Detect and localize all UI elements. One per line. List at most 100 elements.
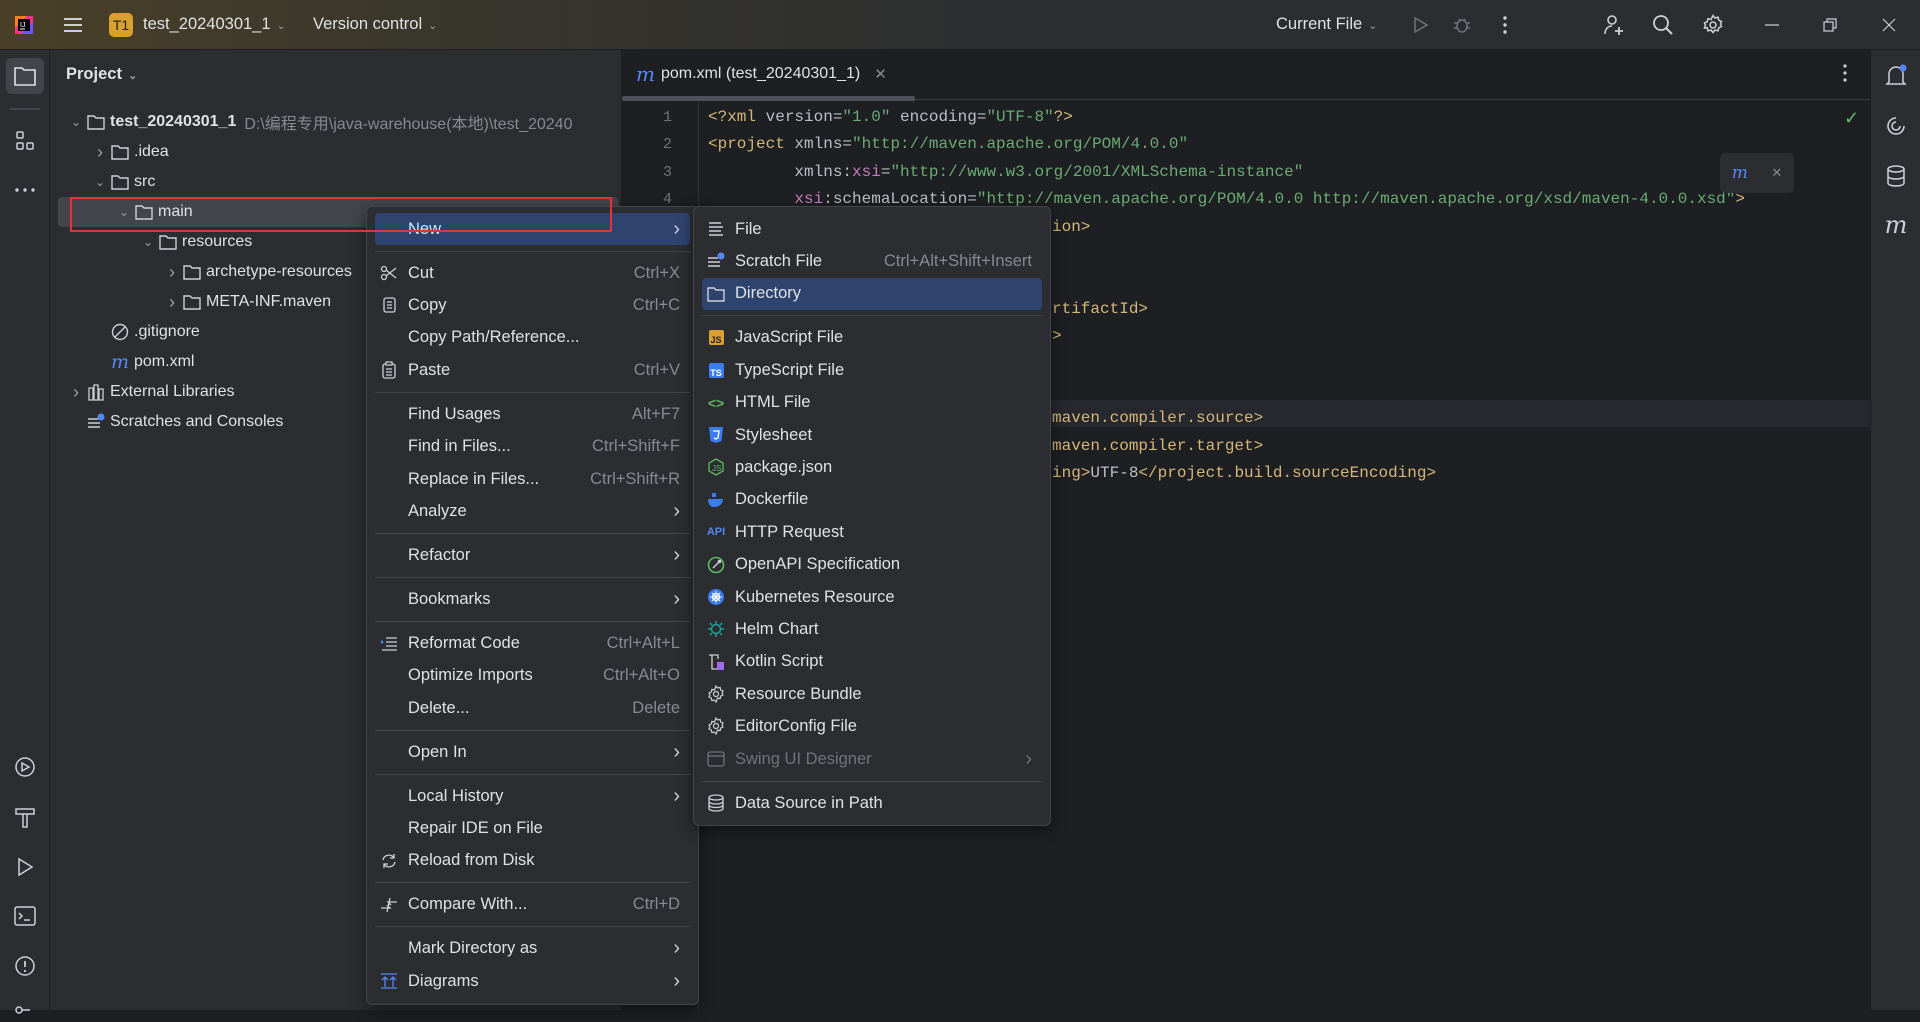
tab-pom-xml[interactable]: m pom.xml (test_20240301_1) ✕ (636, 50, 887, 98)
tree-item-src[interactable]: ⌄ src (50, 167, 621, 197)
menu-item-dockerfile[interactable]: Dockerfile (702, 484, 1042, 516)
menu-item-editorconfig-file[interactable]: EditorConfig File (702, 710, 1042, 742)
tree-item-label: .gitignore (134, 323, 200, 340)
no-problems-check-icon[interactable]: ✓ (1844, 108, 1859, 129)
chevron-right-icon[interactable]: › (164, 292, 180, 313)
chevron-down-icon[interactable]: ⌄ (68, 115, 84, 129)
problems-icon[interactable] (13, 954, 37, 978)
more-actions-icon[interactable] (1493, 13, 1517, 37)
main-menu-icon[interactable] (61, 13, 85, 37)
structure-icon[interactable] (13, 129, 37, 153)
menu-item-local-history[interactable]: Local History › (375, 780, 690, 812)
code-line[interactable]: <project xmlns="http://maven.apache.org/… (708, 131, 1188, 158)
vcs-selector[interactable]: Version control ⌄ (313, 15, 437, 34)
notifications-bell-icon[interactable] (1884, 64, 1908, 88)
services-icon[interactable] (13, 755, 37, 779)
menu-item-stylesheet[interactable]: Stylesheet (702, 419, 1042, 451)
tab-options-icon[interactable] (1840, 64, 1850, 86)
menu-item-file[interactable]: File (702, 213, 1042, 245)
chevron-down-icon[interactable]: ⌄ (116, 205, 132, 219)
close-popup-icon[interactable]: ✕ (1771, 165, 1782, 181)
form-icon (707, 750, 725, 768)
project-selector[interactable]: test_20240301_1 ⌄ (143, 15, 286, 34)
search-icon[interactable] (1651, 13, 1675, 37)
menu-item-resource-bundle[interactable]: Resource Bundle (702, 678, 1042, 710)
git-icon[interactable] (13, 998, 37, 1022)
menu-item-openapi-specification[interactable]: OpenAPI Specification (702, 549, 1042, 581)
tree-item-label: pom.xml (134, 353, 195, 370)
menu-item-find-in-files[interactable]: Find in Files... Ctrl+Shift+F (375, 431, 690, 463)
menu-item-mark-directory-as[interactable]: Mark Directory as › (375, 933, 690, 965)
menu-item-new[interactable]: New › (375, 213, 690, 246)
code-line-fragment[interactable]: > (1052, 323, 1062, 350)
menu-item-open-in[interactable]: Open In › (375, 736, 690, 768)
chevron-right-icon[interactable]: › (164, 262, 180, 283)
code-line-fragment[interactable]: ion> (1052, 214, 1090, 241)
menu-item-typescript-file[interactable]: TS TypeScript File (702, 354, 1042, 386)
menu-item-replace-in-files[interactable]: Replace in Files... Ctrl+Shift+R (375, 463, 690, 495)
menu-item-directory[interactable]: Directory (702, 277, 1042, 311)
code-line-fragment[interactable]: maven.compiler.source> (1052, 405, 1263, 432)
tree-item-test-20240301-1[interactable]: ⌄ test_20240301_1 D:\编程专用\java-warehouse(本… (50, 107, 621, 137)
menu-item-helm-chart[interactable]: Helm Chart (702, 613, 1042, 645)
close-tab-icon[interactable]: ✕ (874, 65, 887, 83)
maven-reload-popup: m ✕ (1720, 153, 1794, 193)
maven-tool-icon[interactable]: m (1884, 211, 1908, 239)
menu-item-reformat-code[interactable]: Reformat Code Ctrl+Alt+L (375, 627, 690, 659)
run-tool-icon[interactable] (13, 855, 37, 879)
menu-item-kotlin-script[interactable]: Kotlin Script (702, 646, 1042, 678)
settings-gear-icon[interactable] (1701, 13, 1725, 37)
menu-item-bookmarks[interactable]: Bookmarks › (375, 583, 690, 615)
run-config-selector[interactable]: Current File ⌄ (1276, 15, 1377, 34)
module-folder-icon (86, 113, 106, 131)
code-line-fragment[interactable]: maven.compiler.target> (1052, 433, 1263, 460)
code-with-me-icon[interactable] (1602, 13, 1626, 37)
menu-item-analyze[interactable]: Analyze › (375, 495, 690, 527)
run-icon[interactable] (1408, 13, 1432, 37)
menu-item-reload-from-disk[interactable]: Reload from Disk (375, 845, 690, 877)
menu-item-repair-ide-on-file[interactable]: Repair IDE on File (375, 812, 690, 844)
code-line-fragment[interactable]: ing>UTF-8</project.build.sourceEncoding> (1052, 460, 1436, 487)
chevron-right-icon[interactable]: › (68, 382, 84, 403)
minimize-icon[interactable] (1760, 13, 1784, 37)
code-line[interactable]: <?xml version="1.0" encoding="UTF-8"?> (708, 104, 1073, 131)
menu-item-cut[interactable]: Cut Ctrl+X (375, 257, 690, 289)
menu-item-diagrams[interactable]: Diagrams › (375, 965, 690, 997)
menu-item-package-json[interactable]: JS package.json (702, 451, 1042, 483)
menu-item-optimize-imports[interactable]: Optimize Imports Ctrl+Alt+O (375, 660, 690, 692)
tree-item-idea[interactable]: › .idea (50, 137, 621, 167)
chevron-down-icon[interactable]: ⌄ (92, 175, 108, 189)
menu-item-html-file[interactable]: <> HTML File (702, 387, 1042, 419)
tab-scrollbar[interactable] (622, 96, 915, 101)
database-icon[interactable] (1884, 164, 1908, 188)
more-tools-icon[interactable] (13, 178, 37, 202)
menu-item-data-source-in-path[interactable]: Data Source in Path (702, 787, 1042, 819)
code-line[interactable]: xmlns:xsi="http://www.w3.org/2001/XMLSch… (708, 159, 1303, 186)
menu-item-copy-path-reference[interactable]: Copy Path/Reference... (375, 322, 690, 354)
terminal-icon[interactable] (13, 904, 37, 928)
menu-item-http-request[interactable]: API HTTP Request (702, 516, 1042, 548)
menu-item-compare-with[interactable]: Compare With... Ctrl+D (375, 889, 690, 921)
project-badge[interactable]: T1 (109, 13, 133, 37)
build-icon[interactable] (13, 805, 37, 829)
menu-item-paste[interactable]: Paste Ctrl+V (375, 354, 690, 386)
menu-item-scratch-file[interactable]: Scratch File Ctrl+Alt+Shift+Insert (702, 245, 1042, 277)
menu-item-javascript-file[interactable]: JS JavaScript File (702, 322, 1042, 354)
chevron-down-icon[interactable]: ⌄ (140, 235, 156, 249)
ai-assistant-icon[interactable] (1884, 114, 1908, 138)
menu-item-refactor[interactable]: Refactor › (375, 539, 690, 571)
project-name: test_20240301_1 (143, 15, 271, 33)
close-window-icon[interactable] (1877, 13, 1901, 37)
menu-item-kubernetes-resource[interactable]: Kubernetes Resource (702, 581, 1042, 613)
intellij-logo-icon[interactable]: IJ (12, 13, 36, 37)
project-panel-header[interactable]: Project ⌄ (66, 65, 137, 84)
chevron-right-icon[interactable]: › (92, 142, 108, 163)
menu-item-copy[interactable]: Copy Ctrl+C (375, 289, 690, 321)
code-token: ion> (1052, 217, 1091, 236)
code-line-fragment[interactable]: rtifactId> (1052, 296, 1148, 323)
menu-item-delete[interactable]: Delete... Delete (375, 692, 690, 724)
debug-icon[interactable] (1450, 13, 1474, 37)
menu-item-find-usages[interactable]: Find Usages Alt+F7 (375, 398, 690, 430)
restore-icon[interactable] (1818, 13, 1842, 37)
maven-reload-icon[interactable]: m (1732, 163, 1748, 183)
